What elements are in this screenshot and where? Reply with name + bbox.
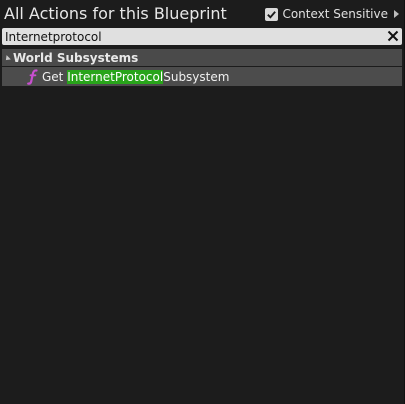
- collapse-triangle-icon[interactable]: [3, 54, 11, 62]
- menu-title: All Actions for this Blueprint: [4, 4, 227, 23]
- context-sensitive-toggle[interactable]: Context Sensitive: [265, 6, 399, 22]
- category-row-world-subsystems[interactable]: World Subsystems: [2, 49, 402, 66]
- category-label: World Subsystems: [13, 50, 139, 65]
- action-label-prefix: Get: [42, 69, 68, 84]
- search-input[interactable]: [5, 28, 375, 45]
- close-icon: [387, 30, 399, 42]
- menu-header: All Actions for this Blueprint Context S…: [0, 0, 405, 28]
- action-label: Get InternetProtocolSubsystem: [42, 69, 230, 84]
- function-icon: [27, 68, 39, 85]
- context-sensitive-checkbox[interactable]: [265, 7, 279, 21]
- expand-arrow-icon[interactable]: [394, 10, 399, 18]
- action-label-suffix: Subsystem: [163, 69, 230, 84]
- action-item[interactable]: Get InternetProtocolSubsystem: [2, 67, 402, 86]
- checkmark-icon: [267, 10, 277, 19]
- search-match-highlight: InternetProtocol: [67, 69, 164, 84]
- context-sensitive-label: Context Sensitive: [282, 7, 388, 21]
- action-menu-panel: All Actions for this Blueprint Context S…: [0, 0, 405, 404]
- search-box[interactable]: [2, 28, 402, 45]
- clear-search-button[interactable]: [386, 29, 400, 43]
